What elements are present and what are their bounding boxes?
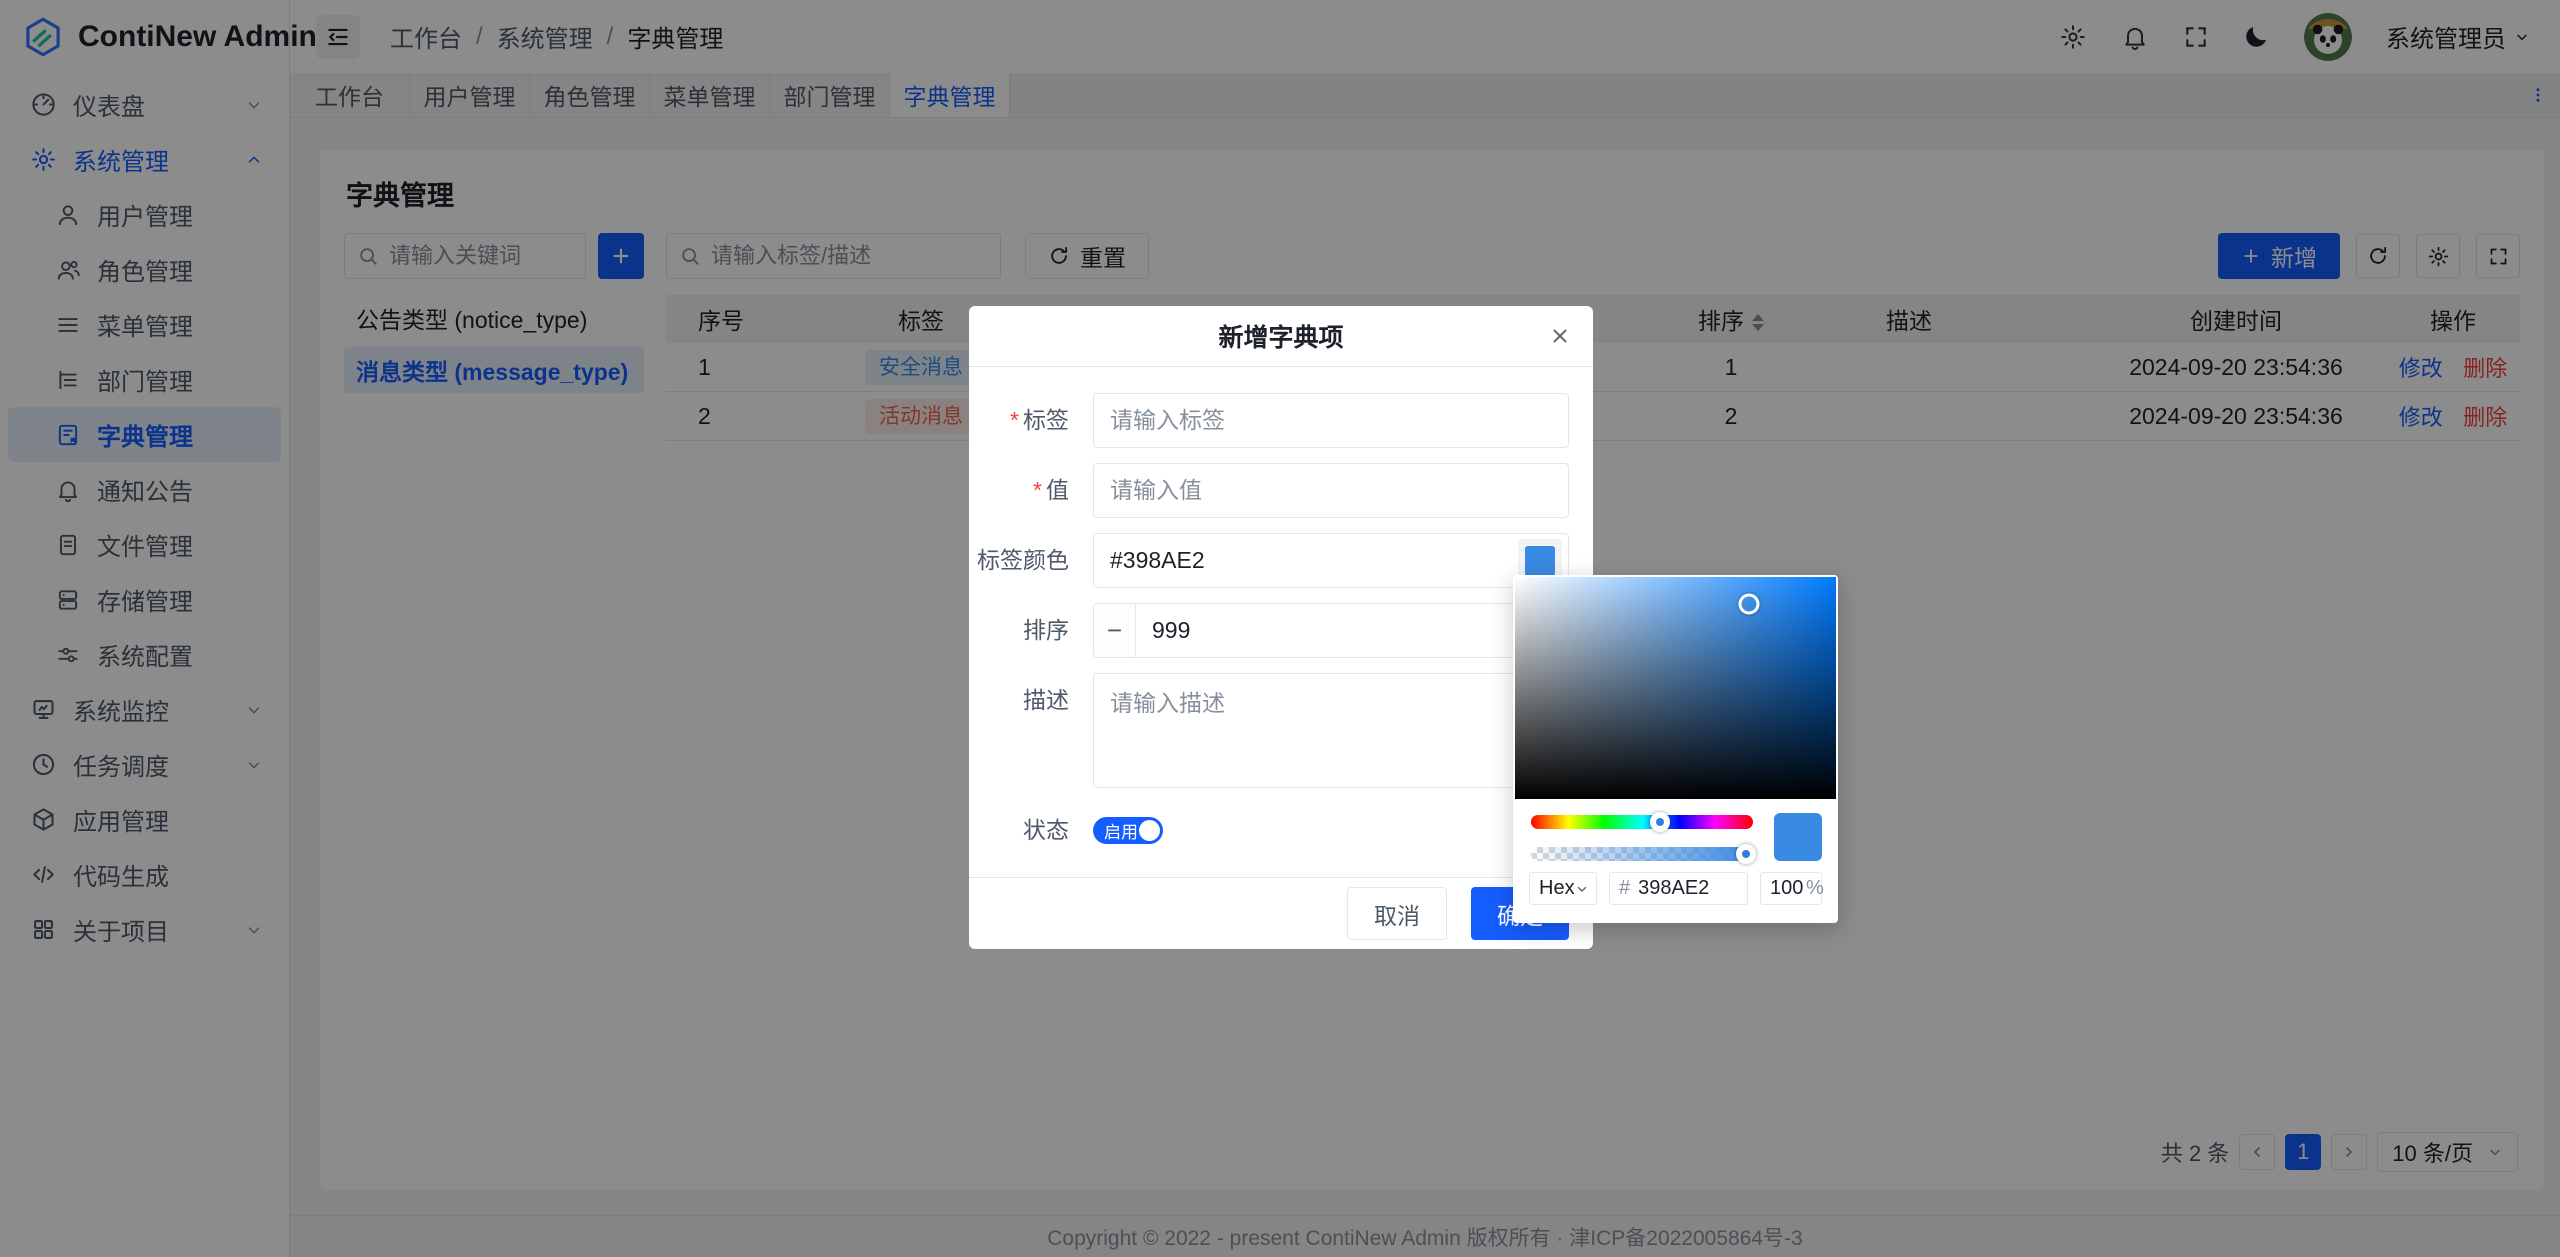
alpha-value-box: % — [1760, 872, 1824, 905]
sort-input[interactable] — [1152, 617, 1568, 644]
color-picker-popup: Hex # % — [1513, 575, 1838, 923]
saturation-area[interactable] — [1515, 577, 1836, 799]
modal-title: 新增字典项 — [1218, 324, 1344, 352]
hue-slider[interactable] — [1531, 812, 1753, 832]
tag-color-input[interactable] — [1110, 547, 1552, 574]
color-field-label: 标签颜色 — [977, 547, 1069, 573]
alpha-value-input[interactable] — [1770, 877, 1806, 900]
close-icon[interactable] — [1549, 306, 1571, 366]
value-input[interactable] — [1110, 477, 1552, 504]
app-screen: ContiNew Admin 仪表盘 系统管理 用户管理 角色管理 菜单管理 部… — [0, 0, 2560, 1257]
desc-field-label: 描述 — [1023, 687, 1069, 713]
status-toggle[interactable]: 启用 — [1093, 817, 1163, 844]
label-input[interactable] — [1110, 407, 1552, 434]
color-format-select[interactable]: Hex — [1529, 872, 1597, 905]
alpha-slider[interactable] — [1531, 844, 1756, 864]
toggle-knob — [1139, 820, 1160, 841]
value-field-label: 值 — [1046, 477, 1069, 503]
hue-handle[interactable] — [1649, 812, 1670, 832]
desc-textarea[interactable] — [1110, 684, 1552, 777]
cancel-button[interactable]: 取消 — [1347, 887, 1447, 940]
saturation-handle[interactable] — [1738, 593, 1760, 615]
picker-color-preview[interactable] — [1774, 813, 1822, 861]
hex-value-input[interactable] — [1638, 877, 1738, 900]
sort-field-label: 排序 — [1023, 617, 1069, 643]
hex-value-box: # — [1609, 872, 1748, 905]
minus-stepper-button[interactable]: − — [1094, 604, 1136, 657]
status-field-label: 状态 — [1023, 817, 1069, 843]
alpha-handle[interactable] — [1736, 844, 1756, 864]
chevron-down-icon — [1575, 882, 1589, 896]
add-dict-item-modal: 新增字典项 *标签 *值 标签颜色 — [969, 306, 1593, 949]
label-field-label: 标签 — [1023, 407, 1069, 433]
color-swatch — [1525, 546, 1555, 576]
